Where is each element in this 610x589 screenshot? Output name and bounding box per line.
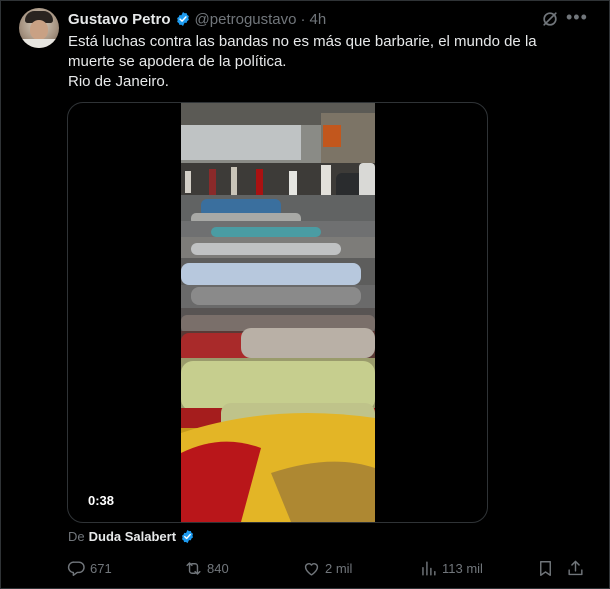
share-icon [568, 560, 583, 575]
tweet-text: Está luchas contra las bandas no es más … [68, 32, 588, 92]
tweet-text-line: Rio de Janeiro. [68, 73, 169, 90]
author-name[interactable]: Gustavo Petro [68, 11, 171, 28]
repost-button[interactable]: 840 [184, 556, 229, 580]
reply-button[interactable]: 671 [67, 556, 112, 580]
repost-count: 840 [207, 560, 229, 576]
like-count: 2 mil [325, 560, 353, 576]
video-thumbnail [181, 103, 375, 522]
reply-icon [67, 560, 85, 576]
action-bar: 671 840 2 mil 113 mil [0, 556, 610, 580]
avatar-shirt [19, 39, 59, 48]
avatar-face [30, 20, 48, 40]
attribution-author[interactable]: Duda Salabert [89, 529, 176, 544]
verified-badge-icon[interactable] [175, 11, 191, 27]
views-icon [422, 560, 436, 576]
views-button[interactable]: 113 mil [419, 556, 483, 580]
share-button[interactable] [566, 556, 585, 580]
video-frame[interactable] [181, 103, 375, 522]
separator-dot: · [300, 10, 306, 28]
author-handle[interactable]: @petrogustavo [195, 11, 297, 28]
like-button[interactable]: 2 mil [302, 556, 352, 580]
tweet-text-line: Está luchas contra las bandas no es más … [68, 33, 537, 50]
video-player[interactable]: 0:38 [67, 102, 488, 523]
video-duration: 0:38 [88, 493, 115, 508]
tweet-text-line: muerte se apodera de la política. [68, 53, 287, 70]
attribution-prefix: De [68, 529, 85, 544]
like-icon [304, 562, 319, 576]
bookmark-button[interactable] [536, 556, 555, 580]
verified-badge-icon[interactable] [180, 529, 195, 544]
video-attribution: De Duda Salabert [68, 529, 195, 544]
views-count: 113 mil [442, 560, 483, 576]
tweet-header: Gustavo Petro @petrogustavo · 4h [68, 9, 326, 29]
repost-icon [186, 561, 201, 575]
reply-count: 671 [90, 560, 112, 576]
avatar[interactable] [19, 8, 59, 48]
grok-icon[interactable] [540, 9, 560, 29]
bookmark-icon [540, 560, 551, 576]
more-icon[interactable]: ••• [566, 7, 587, 27]
timestamp[interactable]: 4h [309, 11, 326, 28]
